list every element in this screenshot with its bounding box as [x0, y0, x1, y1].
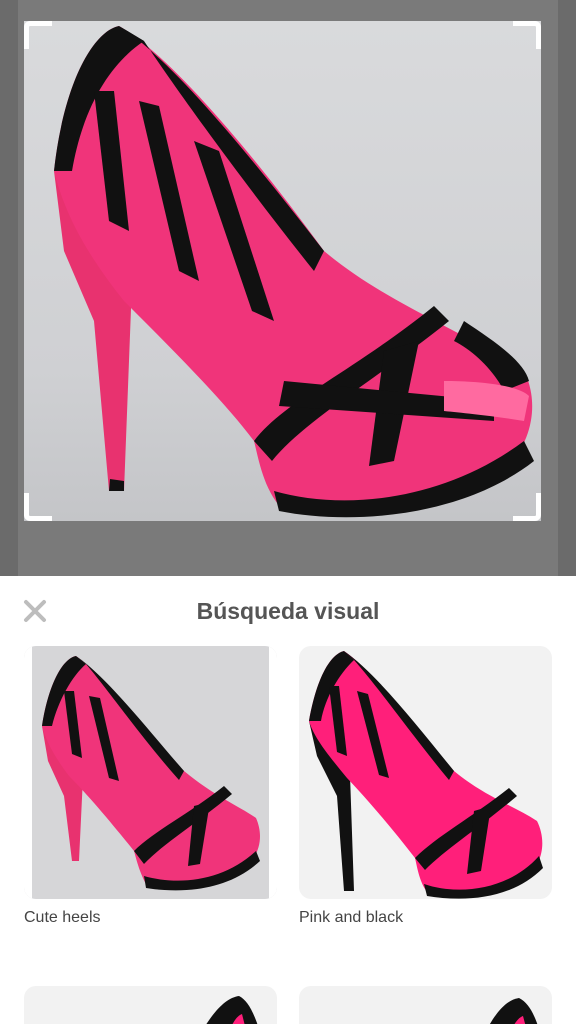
crop-region[interactable] [24, 21, 541, 521]
page-title: Búsqueda visual [196, 598, 380, 624]
crop-handle-top-right[interactable] [513, 21, 541, 49]
result-image [299, 986, 552, 1024]
result-label: Pink and black [299, 909, 404, 926]
result-image [24, 986, 277, 1024]
crop-handle-bottom-right[interactable] [513, 493, 541, 521]
sheet-header: Búsqueda visual [0, 576, 576, 644]
visual-search-sheet: Búsqueda visual Cute heels Pink and blac… [0, 576, 576, 1024]
crop-handle-bottom-left[interactable] [24, 493, 52, 521]
shoe-thumbnail [309, 651, 543, 899]
shoe-thumbnail [206, 996, 258, 1024]
result-image [299, 646, 552, 899]
result-label: Cute heels [24, 909, 101, 926]
shoe-image [54, 26, 534, 518]
shoe-thumbnail [489, 998, 538, 1024]
result-card[interactable] [24, 986, 277, 1024]
visual-search-preview [0, 0, 576, 576]
shoe-thumbnail [24, 646, 277, 899]
crop-handle-top-left[interactable] [24, 21, 52, 49]
result-card[interactable]: Cute heels [24, 646, 277, 927]
result-card[interactable]: Pink and black [299, 646, 552, 927]
result-card[interactable] [299, 986, 552, 1024]
result-image [24, 646, 277, 899]
